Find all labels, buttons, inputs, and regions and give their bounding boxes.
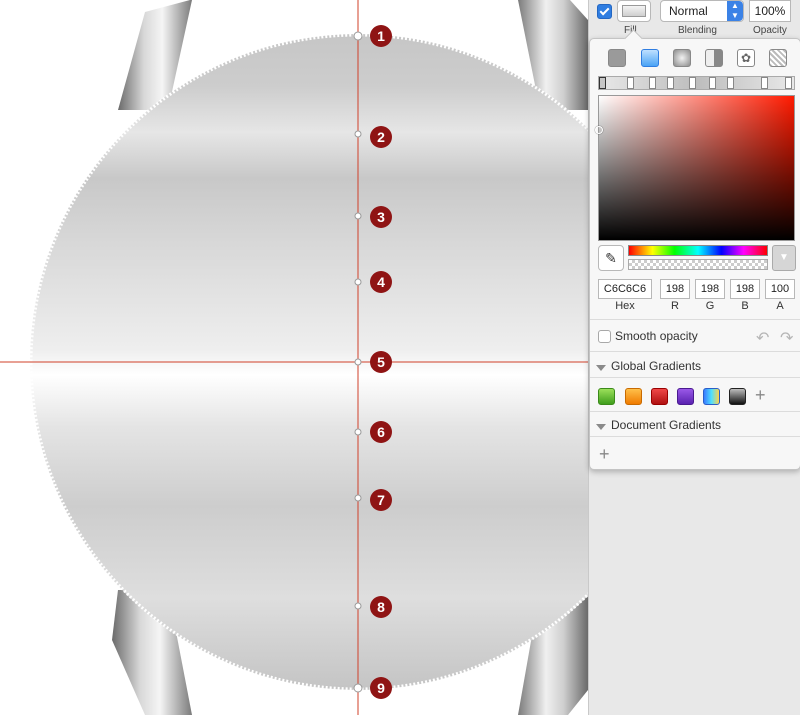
angular-gradient-icon[interactable] <box>705 49 723 67</box>
divider <box>590 436 800 437</box>
add-document-gradient-icon[interactable]: + <box>599 445 610 463</box>
green-field[interactable]: 198 <box>695 279 725 299</box>
global-gradients-title[interactable]: Global Gradients <box>611 359 701 373</box>
marker-badge: 1 <box>370 25 392 47</box>
gradient-stop[interactable] <box>785 77 792 89</box>
hue-slider[interactable] <box>628 245 768 256</box>
gradient-stop[interactable] <box>761 77 768 89</box>
canvas[interactable]: 1 2 3 4 5 6 7 8 9 <box>0 0 588 715</box>
stop-handle[interactable] <box>354 130 362 138</box>
divider <box>590 351 800 352</box>
picker-knob[interactable] <box>595 126 603 134</box>
fill-enabled-checkbox[interactable] <box>597 4 612 19</box>
gradient-stop[interactable] <box>727 77 734 89</box>
r-label: R <box>671 300 679 312</box>
marker-badge: 3 <box>370 206 392 228</box>
color-popover: ✿ ✎ ▼ C6C6C6 198 198 198 100 Hex R G B A… <box>589 38 800 470</box>
linear-gradient-icon[interactable] <box>641 49 659 67</box>
marker-badge: 4 <box>370 271 392 293</box>
select-arrows-icon: ▲ ▼ <box>727 1 743 21</box>
marker-badge: 6 <box>370 421 392 443</box>
noise-fill-icon[interactable] <box>769 49 787 67</box>
gradient-swatch[interactable] <box>677 388 694 405</box>
marker-badge: 8 <box>370 596 392 618</box>
gradient-swatch[interactable] <box>598 388 615 405</box>
eyedropper-icon[interactable]: ✎ <box>598 245 624 271</box>
document-gradients-title[interactable]: Document Gradients <box>611 418 721 432</box>
divider <box>590 377 800 378</box>
gradient-swatch[interactable] <box>729 388 746 405</box>
alpha-slider[interactable] <box>628 259 768 270</box>
g-label: G <box>705 300 715 312</box>
gradient-swatch[interactable] <box>625 388 642 405</box>
opacity-field[interactable]: 100% <box>749 0 791 22</box>
b-label: B <box>741 300 749 312</box>
stop-handle[interactable] <box>354 278 362 286</box>
marker-badge: 7 <box>370 489 392 511</box>
stop-handle[interactable] <box>353 31 363 41</box>
divider <box>590 319 800 320</box>
a-label: A <box>776 300 784 312</box>
stop-handle[interactable] <box>354 358 362 366</box>
radial-gradient-icon[interactable] <box>673 49 691 67</box>
marker-badge: 5 <box>370 351 392 373</box>
gradient-stop[interactable] <box>627 77 634 89</box>
blue-field[interactable]: 198 <box>730 279 760 299</box>
gradient-swatch[interactable] <box>703 388 720 405</box>
hex-field[interactable]: C6C6C6 <box>598 279 652 299</box>
blending-label: Blending <box>678 25 717 36</box>
watch-artwork <box>0 0 588 715</box>
disclosure-triangle-icon[interactable] <box>596 424 606 430</box>
gradient-bar[interactable] <box>598 76 795 90</box>
add-gradient-icon[interactable]: + <box>755 386 766 404</box>
pattern-fill-icon[interactable]: ✿ <box>737 49 755 67</box>
blending-select[interactable]: Normal ▲ ▼ <box>660 0 744 22</box>
stop-handle[interactable] <box>354 428 362 436</box>
redo-icon[interactable]: ↷ <box>780 328 793 348</box>
solid-fill-icon[interactable] <box>608 49 626 67</box>
gradient-stop[interactable] <box>599 77 606 89</box>
gradient-stop[interactable] <box>667 77 674 89</box>
smooth-opacity-checkbox[interactable] <box>598 330 611 343</box>
stop-handle[interactable] <box>354 494 362 502</box>
fill-row: Normal ▲▼ 100% Fill Blending Opacity <box>589 0 800 38</box>
gradient-stop[interactable] <box>709 77 716 89</box>
alpha-field[interactable]: 100 <box>765 279 795 299</box>
opacity-label: Opacity <box>753 25 787 36</box>
undo-icon[interactable]: ↶ <box>756 328 769 348</box>
smooth-opacity-label: Smooth opacity <box>615 329 698 343</box>
color-options-button[interactable]: ▼ <box>772 245 796 271</box>
fill-color-button[interactable] <box>617 0 651 22</box>
stop-handle[interactable] <box>354 212 362 220</box>
stop-handle[interactable] <box>353 683 363 693</box>
marker-badge: 2 <box>370 126 392 148</box>
inspector-panel: Normal ▲▼ 100% Fill Blending Opacity ✿ <box>588 0 800 715</box>
red-field[interactable]: 198 <box>660 279 690 299</box>
gradient-stop[interactable] <box>689 77 696 89</box>
divider <box>590 411 800 412</box>
gradient-stop[interactable] <box>649 77 656 89</box>
blending-value: Normal <box>669 4 708 18</box>
hex-label: Hex <box>615 300 635 312</box>
stop-handle[interactable] <box>354 602 362 610</box>
marker-badge: 9 <box>370 677 392 699</box>
gradient-swatch[interactable] <box>651 388 668 405</box>
disclosure-triangle-icon[interactable] <box>596 365 606 371</box>
color-picker-area[interactable] <box>595 95 795 241</box>
